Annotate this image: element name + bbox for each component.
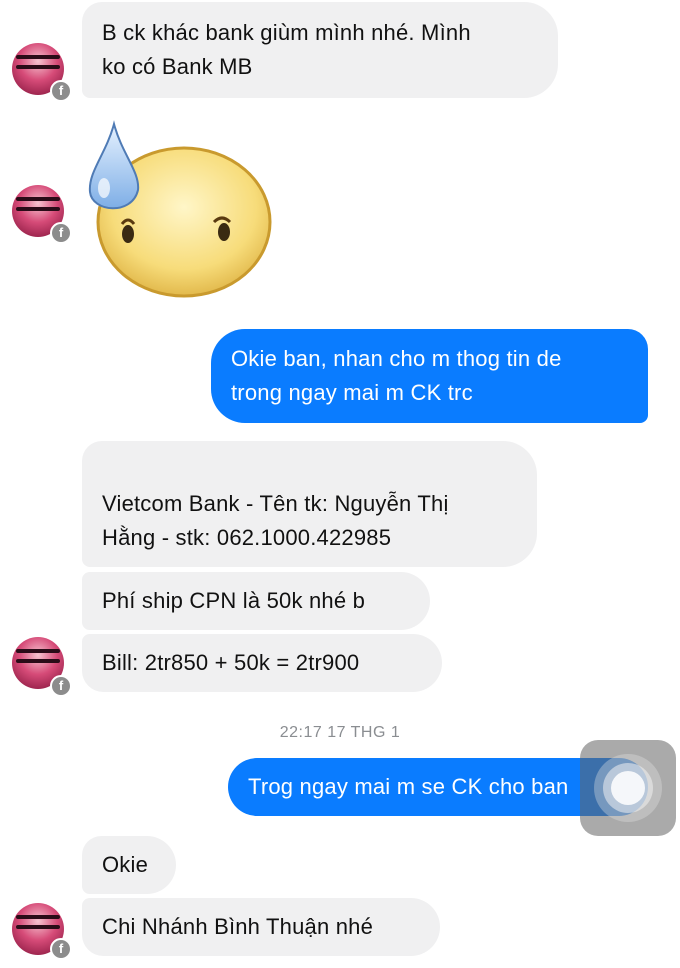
incoming-message-bubble[interactable]: B ck khác bank giùm mình nhé. Mình ko có… — [82, 2, 558, 98]
message-text — [102, 453, 517, 487]
message-text: Bill: 2tr850 + 50k = 2tr900 — [102, 650, 360, 675]
message-text: trong ngay mai m CK trc — [231, 380, 473, 405]
incoming-message-bubble[interactable]: Vietcom Bank - Tên tk: Nguyễn Thị Hằng -… — [82, 441, 537, 567]
assistive-touch-button[interactable] — [580, 740, 676, 836]
incoming-message-bubble[interactable]: Bill: 2tr850 + 50k = 2tr900 — [82, 634, 442, 692]
message-text: ko có Bank MB — [102, 54, 253, 79]
facebook-badge-icon: f — [50, 675, 72, 697]
message-text: Phí ship CPN là 50k nhé b — [102, 588, 366, 613]
message-text: Vietcom Bank - Tên tk: Nguyễn Thị — [102, 491, 449, 516]
outgoing-message-bubble[interactable]: Okie ban, nhan cho m thog tin de trong n… — [211, 329, 648, 423]
message-text: Trog ngay mai m se CK cho ban — [248, 774, 569, 799]
incoming-message-bubble[interactable]: Chi Nhánh Bình Thuận nhé — [82, 898, 440, 956]
message-text: Okie — [102, 852, 149, 877]
sweat-face-sticker-icon[interactable] — [84, 120, 274, 300]
message-timestamp: 22:17 17 THG 1 — [279, 724, 401, 741]
incoming-message-bubble[interactable]: Phí ship CPN là 50k nhé b — [82, 572, 430, 630]
message-text: B ck khác bank giùm mình nhé. Mình — [102, 20, 471, 45]
incoming-message-bubble[interactable]: Okie — [82, 836, 176, 894]
message-text: Chi Nhánh Bình Thuận nhé — [102, 914, 374, 939]
facebook-badge-icon: f — [50, 938, 72, 960]
message-text: Hằng - stk: 062.1000.422985 — [102, 525, 392, 550]
facebook-badge-icon: f — [50, 222, 72, 244]
facebook-badge-icon: f — [50, 80, 72, 102]
message-text: Okie ban, nhan cho m thog tin de — [231, 346, 562, 371]
